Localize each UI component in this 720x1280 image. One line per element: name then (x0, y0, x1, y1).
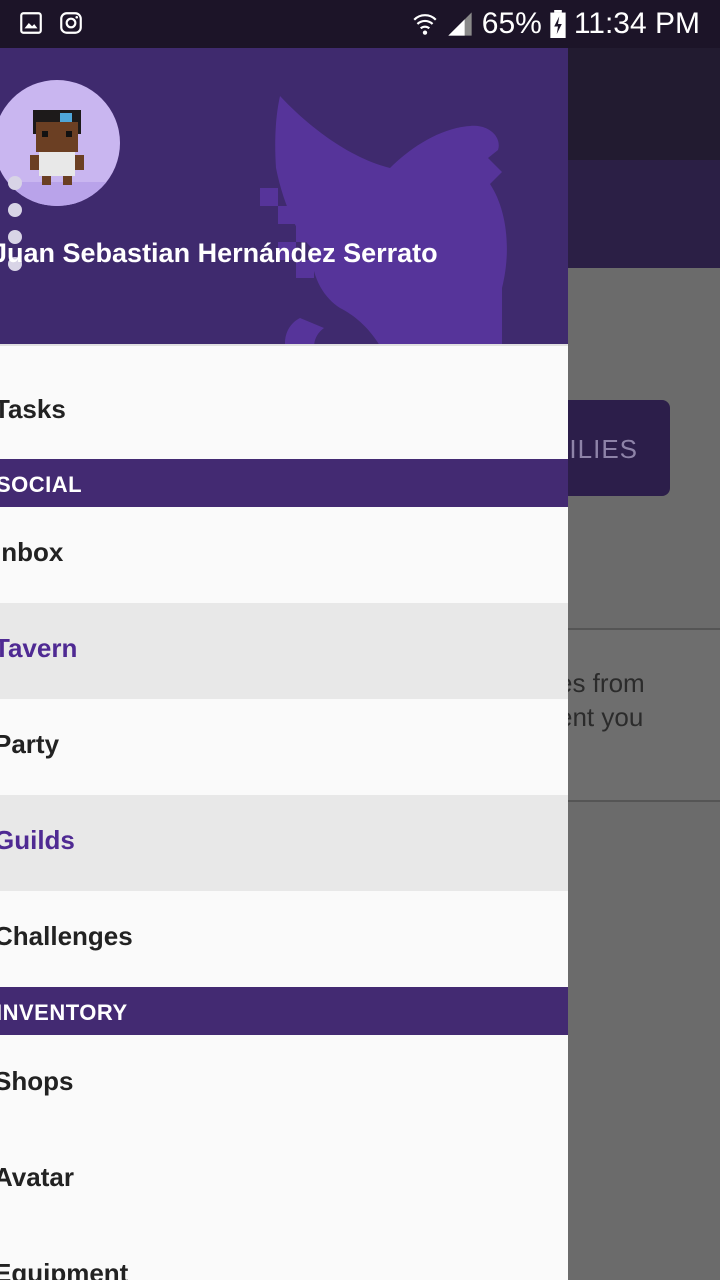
menu-item-label: Guilds (0, 825, 75, 855)
background-card-line-1: es from (558, 668, 645, 698)
menu-item-equipment[interactable]: Equipment (0, 1228, 568, 1280)
menu-item-shops[interactable]: Shops (0, 1036, 568, 1132)
status-dot (8, 176, 22, 190)
menu-item-tasks[interactable]: Tasks (0, 364, 568, 460)
status-right: 65% 11:34 PM (412, 6, 700, 42)
menu-item-label: Tavern (0, 633, 78, 663)
menu-item-avatar[interactable]: Avatar (0, 1132, 568, 1228)
background-toolbar (568, 48, 720, 160)
instagram-icon (60, 12, 82, 34)
section-header-label: SOCIAL (0, 472, 83, 497)
menu-item-tavern[interactable]: Tavern (0, 603, 568, 699)
menu-item-label: Challenges (0, 921, 133, 951)
navigation-drawer: Juan Sebastian Hernández Serrato Tasks S… (0, 48, 568, 1280)
drawer-header: Juan Sebastian Hernández Serrato (0, 48, 568, 346)
background-tab-bar: T (538, 160, 720, 268)
clock: 11:34 PM (573, 7, 700, 40)
menu-item-label: Equipment (0, 1258, 129, 1280)
section-header-social: SOCIAL (0, 459, 568, 507)
battery-charging-icon (550, 10, 566, 38)
status-bar: 65% 11:34 PM (0, 0, 720, 48)
menu-item-label: Avatar (0, 1162, 74, 1192)
background-card-line-2: ent you (558, 702, 644, 732)
menu-item-label: Shops (0, 1066, 74, 1096)
menu-item-label: Party (0, 729, 60, 759)
status-dot (8, 203, 22, 217)
menu-item-guilds[interactable]: Guilds (0, 795, 568, 891)
signal-icon (448, 12, 472, 36)
menu-item-party[interactable]: Party (0, 699, 568, 795)
menu-item-inbox[interactable]: Inbox (0, 507, 568, 603)
background-card: es from ent you (558, 628, 720, 802)
section-header-inventory: INVENTORY (0, 987, 568, 1035)
wifi-icon (413, 14, 437, 35)
menu-item-challenges[interactable]: Challenges (0, 891, 568, 987)
menu-item-label: Inbox (0, 537, 64, 567)
user-name: Juan Sebastian Hernández Serrato (0, 238, 438, 268)
background-button-label: ILIES (569, 434, 638, 464)
battery-percent: 65% (481, 7, 542, 40)
gallery-icon (20, 12, 42, 34)
menu-item-label: Tasks (0, 394, 66, 424)
griffin-logo-icon (260, 96, 507, 344)
section-header-label: INVENTORY (0, 1000, 128, 1025)
status-left-icons (18, 10, 84, 36)
